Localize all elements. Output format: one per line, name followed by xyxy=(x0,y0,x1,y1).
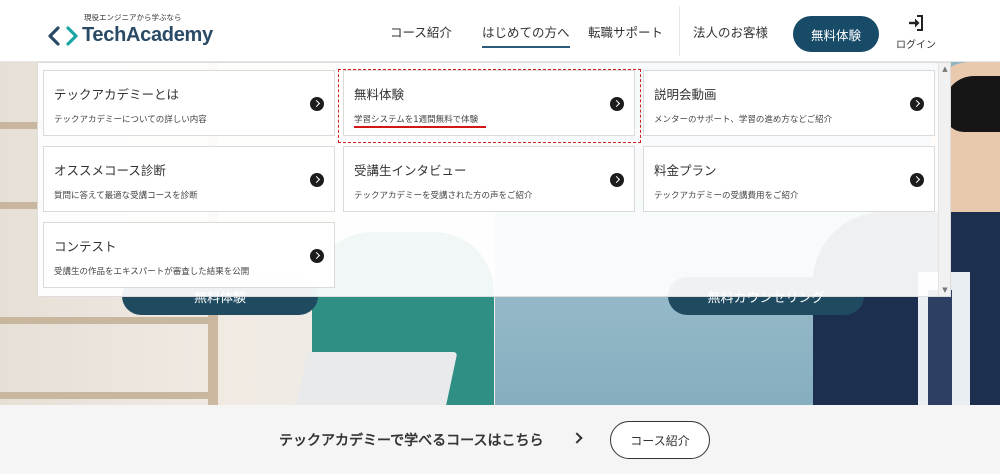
nav-item-label: コース紹介 xyxy=(390,24,452,40)
site-header: 現役エンジニアから学ぶなら TechAcademy コース紹介 はじめての方へ xyxy=(0,0,1000,62)
shelf xyxy=(0,317,215,324)
menu-card-course-diagnosis[interactable]: オススメコース診断 質問に答えて最適な受講コースを診断 xyxy=(43,146,335,212)
highlight-box xyxy=(338,69,641,143)
chevron-right-circle-icon xyxy=(610,173,624,187)
logo[interactable]: 現役エンジニアから学ぶなら TechAcademy xyxy=(48,12,213,47)
menu-card-desc: テックアカデミーを受講された方の声をご紹介 xyxy=(354,191,533,201)
shelf xyxy=(0,392,215,399)
menu-card-desc: テックアカデミーの受講費用をご紹介 xyxy=(654,191,799,201)
laptop-graphic xyxy=(292,352,458,405)
menu-card-contest[interactable]: コンテスト 受講生の作品をエキスパートが審査した結果を公開 xyxy=(43,222,335,288)
menu-card-desc: 受講生の作品をエキスパートが審査した結果を公開 xyxy=(54,267,250,277)
menu-card-title: 説明会動画 xyxy=(654,87,717,102)
menu-card-desc: 質問に答えて最適な受講コースを診断 xyxy=(54,191,198,201)
nav-item-label: 法人のお客様 xyxy=(693,24,769,40)
scroll-down-icon[interactable]: ▼ xyxy=(941,286,949,294)
chevron-right-circle-icon xyxy=(310,173,324,187)
menu-card-desc: テックアカデミーについての詳しい内容 xyxy=(54,115,207,125)
menu-card-pricing[interactable]: 料金プラン テックアカデミーの受講費用をご紹介 xyxy=(643,146,935,212)
menu-card-desc: メンターのサポート、学習の進め方などご紹介 xyxy=(654,115,833,125)
free-trial-button[interactable]: 無料体験 xyxy=(793,16,879,52)
logo-tagline: 現役エンジニアから学ぶなら xyxy=(84,13,182,22)
login-label: ログイン xyxy=(896,40,936,51)
menu-card-title: テックアカデミーとは xyxy=(54,87,180,102)
scroll-up-icon[interactable]: ▲ xyxy=(941,65,949,73)
nav-item-career-support[interactable]: 転職サポート xyxy=(588,0,663,62)
menu-card-about[interactable]: テックアカデミーとは テックアカデミーについての詳しい内容 xyxy=(43,70,335,136)
course-cta-text[interactable]: テックアカデミーで学べるコースはこちら xyxy=(279,430,543,450)
chevron-right-icon xyxy=(571,432,583,444)
man-figure-tie xyxy=(928,290,952,405)
chevron-right-circle-icon xyxy=(910,173,924,187)
nav-item-label: はじめての方へ xyxy=(482,0,570,62)
man-figure-hair xyxy=(944,76,1000,132)
login-button[interactable]: ログイン xyxy=(893,14,939,51)
login-icon xyxy=(893,14,939,34)
highlight-underline xyxy=(354,126,486,128)
nav-item-corporate[interactable]: 法人のお客様 xyxy=(693,0,768,62)
logo-code-icon xyxy=(48,25,78,47)
menu-card-title: 料金プラン xyxy=(654,163,717,178)
dropdown-scrollbar[interactable]: ▲ ▼ xyxy=(938,63,950,296)
menu-card-title: 受講生インタビュー xyxy=(354,163,467,178)
nav-item-courses[interactable]: コース紹介 xyxy=(390,0,452,62)
logo-text: TechAcademy xyxy=(82,24,213,46)
nav-item-beginners[interactable]: はじめての方へ xyxy=(482,0,570,62)
course-intro-button[interactable]: コース紹介 xyxy=(610,421,710,459)
menu-card-interviews[interactable]: 受講生インタビュー テックアカデミーを受講された方の声をご紹介 xyxy=(343,146,635,212)
chevron-right-circle-icon xyxy=(910,97,924,111)
nav-item-label: 転職サポート xyxy=(588,24,664,40)
menu-card-title: コンテスト xyxy=(54,239,117,254)
chevron-right-circle-icon xyxy=(310,97,324,111)
menu-card-title: オススメコース診断 xyxy=(54,163,166,178)
page: 無料体験 無料カウンセリング 現役エンジニアから学ぶなら TechAcademy xyxy=(0,0,1000,474)
nav-divider xyxy=(679,6,680,56)
menu-card-seminar-video[interactable]: 説明会動画 メンターのサポート、学習の進め方などご紹介 xyxy=(643,70,935,136)
course-cta-bar: テックアカデミーで学べるコースはこちら コース紹介 xyxy=(0,405,1000,474)
chevron-right-circle-icon xyxy=(310,249,324,263)
